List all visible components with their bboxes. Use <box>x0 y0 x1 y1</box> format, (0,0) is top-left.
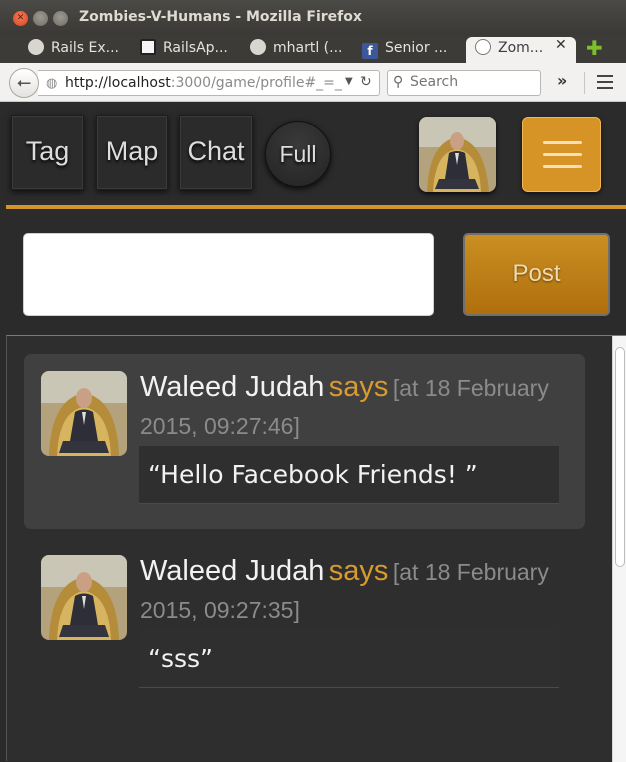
tab-senior[interactable]: f Senior ... <box>362 37 462 63</box>
post-header: Waleed Judah says [at 18 February 2015, … <box>140 370 560 447</box>
url-text[interactable]: http://localhost:3000/game/profile#_=_ <box>65 75 342 91</box>
firefox-menu-icon[interactable] <box>597 75 613 89</box>
url-dropdown-icon[interactable]: ▼ <box>345 76 353 87</box>
feed-post: Waleed Judah says [at 18 February 2015, … <box>24 354 585 529</box>
tab-label: Rails Ex... <box>51 40 120 56</box>
post-message: “Hello Facebook Friends! ” <box>139 446 559 504</box>
post-header: Waleed Judah says [at 18 February 2015, … <box>140 554 560 631</box>
github-icon <box>250 39 266 55</box>
nav-map-button[interactable]: Map <box>96 115 168 190</box>
back-button[interactable]: ⭠ <box>9 68 39 98</box>
scrollbar-thumb[interactable] <box>615 347 625 567</box>
feed-scrollbar[interactable] <box>612 336 626 762</box>
post-avatar[interactable] <box>41 555 127 640</box>
globe-icon: ◍ <box>46 76 58 91</box>
tab-label: mhartl (... <box>273 40 343 56</box>
post-message: “sss” <box>139 630 559 688</box>
facebook-icon: f <box>362 43 378 59</box>
tab-label: Senior ... <box>385 40 448 56</box>
hamburger-bar <box>543 165 582 168</box>
nav-tag-button[interactable]: Tag <box>11 115 84 190</box>
post-feed[interactable]: Waleed Judah says [at 18 February 2015, … <box>6 335 626 762</box>
post-avatar[interactable] <box>41 371 127 456</box>
menu-hamburger-button[interactable] <box>522 117 601 192</box>
post-button[interactable]: Post <box>463 233 610 316</box>
page-content: Tag Map Chat Full Post Waleed Judah says… <box>6 103 626 762</box>
search-bar[interactable]: ⚲ <box>387 70 541 96</box>
tab-railsap[interactable]: RailsAp... <box>140 37 244 63</box>
user-avatar[interactable] <box>419 117 496 192</box>
window-titlebar: ✕ Zombies-V-Humans - Mozilla Firefox <box>0 0 626 35</box>
window-minimize-button[interactable] <box>33 11 48 26</box>
window-maximize-button[interactable] <box>53 11 68 26</box>
search-input[interactable] <box>410 74 538 90</box>
page-icon <box>140 39 156 55</box>
tab-label: RailsAp... <box>163 40 228 56</box>
window-title: Zombies-V-Humans - Mozilla Firefox <box>79 9 362 25</box>
new-tab-icon[interactable]: ✚ <box>586 36 603 60</box>
post-says-label: says <box>328 371 389 403</box>
nav-chat-button[interactable]: Chat <box>179 115 253 190</box>
post-textarea[interactable] <box>23 233 434 316</box>
fullscreen-button[interactable]: Full <box>265 121 331 187</box>
tab-mhartl[interactable]: mhartl (... <box>250 37 354 63</box>
tab-rails-ex[interactable]: Rails Ex... <box>28 37 128 63</box>
reload-icon[interactable]: ↻ <box>360 74 372 90</box>
post-says-label: says <box>328 555 389 587</box>
toolbar-divider <box>584 72 585 94</box>
feed-post: Waleed Judah says [at 18 February 2015, … <box>24 538 585 713</box>
tab-strip: Rails Ex... RailsAp... mhartl (... f Seni… <box>0 35 626 63</box>
search-icon: ⚲ <box>393 74 404 90</box>
hamburger-bar <box>543 141 582 144</box>
github-icon <box>28 39 44 55</box>
overflow-chevron-icon[interactable]: » <box>557 71 567 90</box>
header-divider <box>6 205 626 209</box>
post-author[interactable]: Waleed Judah <box>140 371 324 403</box>
hamburger-bar <box>543 153 582 156</box>
post-author[interactable]: Waleed Judah <box>140 555 324 587</box>
zombie-icon <box>475 39 491 55</box>
navigation-toolbar: ◍ http://localhost:3000/game/profile#_=_… <box>0 63 626 102</box>
window-close-button[interactable]: ✕ <box>13 11 28 26</box>
url-bar[interactable]: ◍ http://localhost:3000/game/profile#_=_… <box>38 70 380 96</box>
tab-label: Zom... <box>498 40 544 56</box>
close-tab-icon[interactable]: ✕ <box>555 37 567 53</box>
